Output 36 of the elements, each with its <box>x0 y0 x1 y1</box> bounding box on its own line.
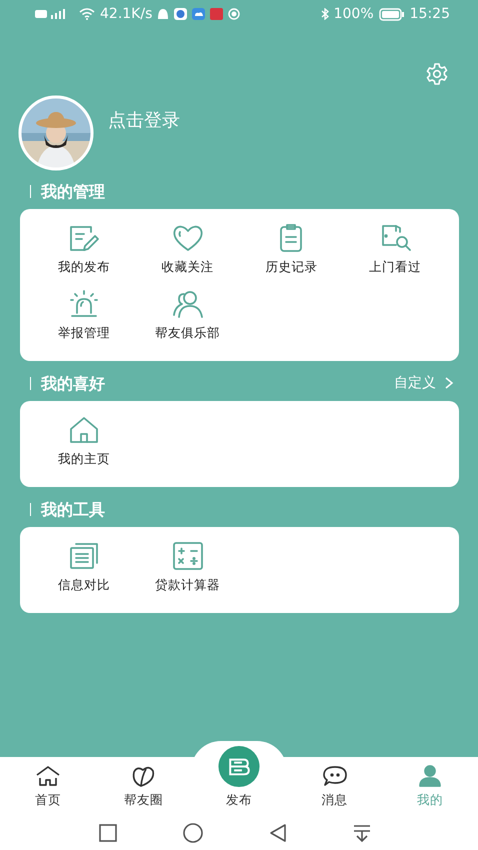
bluetooth-icon <box>320 8 329 20</box>
menu-item-label[interactable]: 举报管理 <box>58 325 110 342</box>
menu-item-label[interactable]: 上门看过 <box>369 259 422 276</box>
network-speed: 42.1K/s <box>100 6 152 22</box>
wifi-icon <box>79 8 95 20</box>
battery-icon <box>378 8 405 20</box>
heart-icon[interactable] <box>170 223 205 253</box>
home-button-icon[interactable] <box>182 822 204 844</box>
recents-icon[interactable] <box>98 822 118 842</box>
menu-item-label[interactable]: 我的发布 <box>58 259 110 276</box>
record-icon <box>228 7 240 21</box>
home-icon <box>34 764 62 788</box>
calculator-icon[interactable] <box>170 541 205 571</box>
chat-icon <box>320 764 349 788</box>
battery-percent: 100% <box>334 6 374 22</box>
menu-item-label[interactable]: 我的主页 <box>58 451 110 468</box>
cloud-icon <box>192 7 206 21</box>
tab[interactable]: 消息 <box>286 757 382 815</box>
menu-item-label[interactable]: 信息对比 <box>58 577 110 594</box>
tab[interactable]: 帮友圈 <box>96 757 192 815</box>
app-icon <box>174 7 188 21</box>
section-title: 我的管理 <box>30 184 105 198</box>
chevron-icon <box>444 377 454 389</box>
dropdown-icon[interactable] <box>352 822 372 842</box>
section-title: 我的工具 <box>30 502 105 516</box>
tab[interactable]: 首页 <box>0 757 96 815</box>
menu-item-label[interactable]: 历史记录 <box>265 259 318 276</box>
settings-icon[interactable] <box>425 62 449 86</box>
menu-item-label[interactable]: 帮友俱乐部 <box>155 325 220 342</box>
menu-item-label[interactable]: 收藏关注 <box>162 259 214 276</box>
clock: 15:25 <box>410 6 450 22</box>
section-title: 我的喜好 <box>30 376 105 390</box>
back-icon[interactable] <box>268 822 288 842</box>
menu-item-label[interactable]: 贷款计算器 <box>155 577 220 594</box>
people-icon[interactable] <box>170 289 205 319</box>
app-icon <box>210 7 224 21</box>
